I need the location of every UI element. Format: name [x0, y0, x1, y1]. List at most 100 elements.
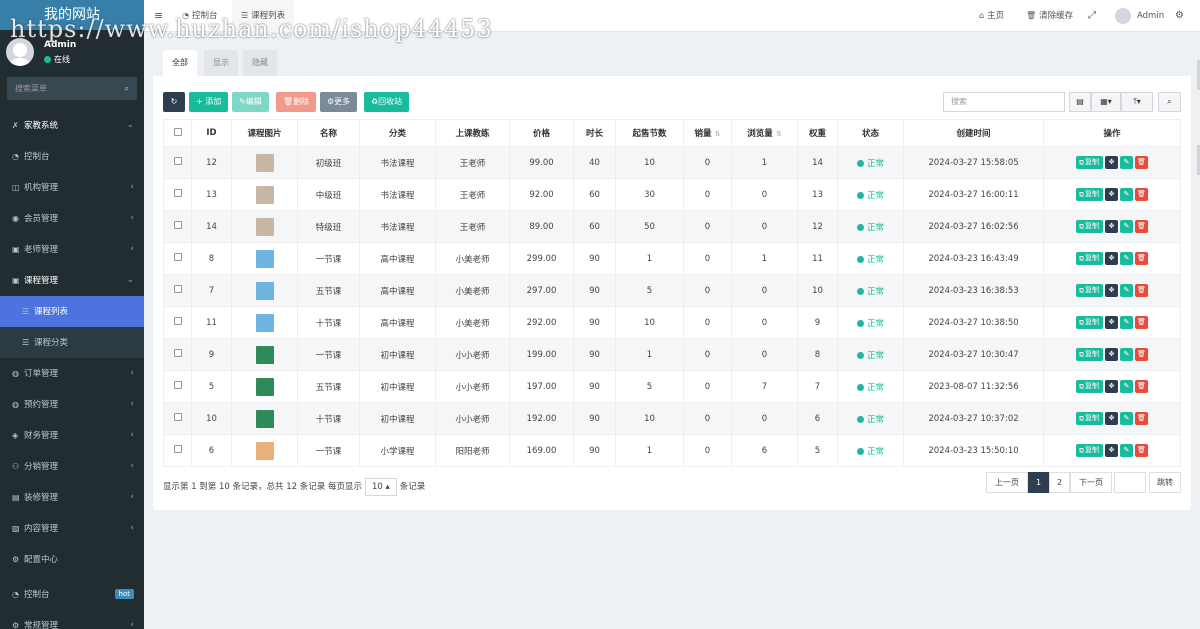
edit-row-icon[interactable]: ✎ — [1120, 412, 1133, 425]
edit-row-icon[interactable]: ✎ — [1120, 316, 1133, 329]
sidebar-item-2[interactable]: ◫ 机构管理 ‹ — [0, 172, 144, 203]
course-thumbnail[interactable] — [255, 153, 274, 172]
sidebar-item-16[interactable]: ⚙ 常规管理 ‹ — [0, 610, 144, 629]
sidebar-item-15[interactable]: ◔ 控制台 hot — [0, 579, 144, 610]
row-checkbox[interactable] — [173, 189, 182, 197]
tab-hide[interactable]: 隐藏 — [243, 50, 277, 76]
copy-button[interactable]: ⧉复制 — [1076, 412, 1103, 425]
export-icon[interactable]: ⤒▾ — [1121, 92, 1153, 112]
sidebar-item-13[interactable]: ▨ 内容管理 ‹ — [0, 513, 144, 544]
copy-button[interactable]: ⧉复制 — [1076, 348, 1103, 361]
hamburger-icon[interactable]: ≡ — [154, 0, 163, 32]
edit-row-icon[interactable]: ✎ — [1120, 348, 1133, 361]
drag-handle-icon[interactable]: ✥ — [1105, 252, 1118, 265]
row-checkbox[interactable] — [173, 413, 182, 421]
drag-handle-icon[interactable]: ✥ — [1105, 156, 1118, 169]
sidebar-item-5[interactable]: ▣ 课程管理 ⌄ — [0, 265, 144, 296]
edit-button[interactable]: ✎编辑 — [232, 92, 269, 112]
toggle-view-icon[interactable]: ▤ — [1069, 92, 1091, 112]
tab-course-list[interactable]: ☰ 课程列表 — [232, 0, 295, 32]
sidebar-item-7[interactable]: ☰ 课程分类 — [0, 327, 144, 358]
row-checkbox[interactable] — [173, 285, 182, 293]
delete-row-icon[interactable]: 🗑 — [1135, 156, 1148, 169]
top-user-menu[interactable]: Admin — [1115, 0, 1164, 32]
more-button[interactable]: ⚙更多 — [320, 92, 358, 112]
drag-handle-icon[interactable]: ✥ — [1105, 412, 1118, 425]
col-views[interactable]: 浏览量 ⇅ — [731, 119, 798, 147]
page-size-select[interactable]: 10 ▴ — [364, 478, 397, 496]
sidebar-item-4[interactable]: ▣ 老师管理 ‹ — [0, 234, 144, 265]
settings-gear-icon[interactable]: ⚙ — [1175, 0, 1184, 32]
search-icon[interactable]: ⌕ — [125, 77, 129, 100]
table-row[interactable]: 12 初级班 书法课程 王老师 99.00 40 10 0 1 14 正常 2024-03-27 15… — [163, 146, 1181, 179]
delete-row-icon[interactable]: 🗑 — [1135, 220, 1148, 233]
course-thumbnail[interactable] — [255, 249, 274, 268]
add-button[interactable]: + 添加 — [189, 92, 229, 112]
table-row[interactable]: 6 一节课 小学课程 阳阳老师 169.00 90 1 0 6 5 正常 2024-03-23 15:… — [163, 434, 1181, 467]
row-select-cell[interactable] — [163, 306, 192, 339]
sidebar-item-10[interactable]: ◈ 财务管理 ‹ — [0, 420, 144, 451]
edit-row-icon[interactable]: ✎ — [1120, 252, 1133, 265]
delete-row-icon[interactable]: 🗑 — [1135, 348, 1148, 361]
prev-page-button[interactable]: 上一页 — [986, 472, 1028, 493]
sidebar-item-0[interactable]: ✗ 家教系统 ⌄ — [0, 110, 144, 141]
row-select-cell[interactable] — [163, 402, 192, 435]
course-thumbnail[interactable] — [255, 281, 274, 300]
course-thumbnail[interactable] — [255, 441, 274, 460]
tab-show[interactable]: 显示 — [204, 50, 238, 76]
edit-row-icon[interactable]: ✎ — [1120, 380, 1133, 393]
copy-button[interactable]: ⧉复制 — [1076, 188, 1103, 201]
table-row[interactable]: 7 五节课 高中课程 小美老师 297.00 90 5 0 0 10 正常 2024-03-23 16… — [163, 274, 1181, 307]
row-checkbox[interactable] — [173, 253, 182, 261]
table-row[interactable]: 11 十节课 高中课程 小美老师 292.00 90 10 0 0 9 正常 2024-03-27 1… — [163, 306, 1181, 339]
row-select-cell[interactable] — [163, 242, 192, 275]
copy-button[interactable]: ⧉复制 — [1076, 444, 1103, 457]
course-thumbnail[interactable] — [255, 217, 274, 236]
row-select-cell[interactable] — [163, 210, 192, 243]
fullscreen-icon[interactable]: ⤢ — [1088, 0, 1096, 32]
home-link[interactable]: ⌂ 主页 — [979, 0, 1004, 32]
table-row[interactable]: 14 特级班 书法课程 王老师 89.00 60 50 0 0 12 正常 2024-03-27 16… — [163, 210, 1181, 243]
course-thumbnail[interactable] — [255, 313, 274, 332]
col-weight[interactable]: 权重 — [797, 119, 838, 147]
row-select-cell[interactable] — [163, 274, 192, 307]
sidebar-item-8[interactable]: ◍ 订单管理 ‹ — [0, 358, 144, 389]
page-1-button[interactable]: 1 — [1028, 472, 1049, 493]
copy-button[interactable]: ⧉复制 — [1076, 220, 1103, 233]
copy-button[interactable]: ⧉复制 — [1076, 284, 1103, 297]
delete-row-icon[interactable]: 🗑 — [1135, 316, 1148, 329]
delete-row-icon[interactable]: 🗑 — [1135, 284, 1148, 297]
drag-handle-icon[interactable]: ✥ — [1105, 284, 1118, 297]
edit-row-icon[interactable]: ✎ — [1120, 188, 1133, 201]
sort-icon[interactable]: ⇅ — [776, 130, 782, 138]
table-row[interactable]: 13 中级班 书法课程 王老师 92.00 60 30 0 0 13 正常 2024-03-27 16… — [163, 178, 1181, 211]
drag-handle-icon[interactable]: ✥ — [1105, 220, 1118, 233]
delete-row-icon[interactable]: 🗑 — [1135, 252, 1148, 265]
row-checkbox[interactable] — [173, 317, 182, 325]
page-2-button[interactable]: 2 — [1049, 472, 1070, 493]
select-all-cell[interactable] — [163, 119, 192, 147]
sidebar-item-11[interactable]: ⚇ 分销管理 ‹ — [0, 451, 144, 482]
clear-cache-button[interactable]: 🗑 清除缓存 — [1026, 0, 1073, 32]
edit-row-icon[interactable]: ✎ — [1120, 444, 1133, 457]
drag-handle-icon[interactable]: ✥ — [1105, 188, 1118, 201]
delete-row-icon[interactable]: 🗑 — [1135, 188, 1148, 201]
course-thumbnail[interactable] — [255, 409, 274, 428]
row-checkbox[interactable] — [173, 157, 182, 165]
table-row[interactable]: 5 五节课 初中课程 小小老师 197.00 90 5 0 7 7 正常 2023-08-07 11:… — [163, 370, 1181, 403]
row-select-cell[interactable] — [163, 146, 192, 179]
drag-handle-icon[interactable]: ✥ — [1105, 348, 1118, 361]
delete-row-icon[interactable]: 🗑 — [1135, 412, 1148, 425]
delete-row-icon[interactable]: 🗑 — [1135, 444, 1148, 457]
advanced-search-icon[interactable]: ⌕ — [1158, 92, 1181, 112]
course-thumbnail[interactable] — [255, 185, 274, 204]
col-id[interactable]: ID — [191, 119, 232, 147]
sort-icon[interactable]: ⇅ — [715, 130, 721, 138]
edit-row-icon[interactable]: ✎ — [1120, 156, 1133, 169]
row-checkbox[interactable] — [173, 445, 182, 453]
jump-button[interactable]: 跳转 — [1149, 472, 1181, 493]
table-row[interactable]: 10 十节课 初中课程 小小老师 192.00 90 10 0 0 6 正常 2024-03-27 1… — [163, 402, 1181, 435]
col-sales[interactable]: 销量 ⇅ — [683, 119, 732, 147]
select-all-checkbox[interactable] — [173, 127, 182, 136]
edit-row-icon[interactable]: ✎ — [1120, 220, 1133, 233]
